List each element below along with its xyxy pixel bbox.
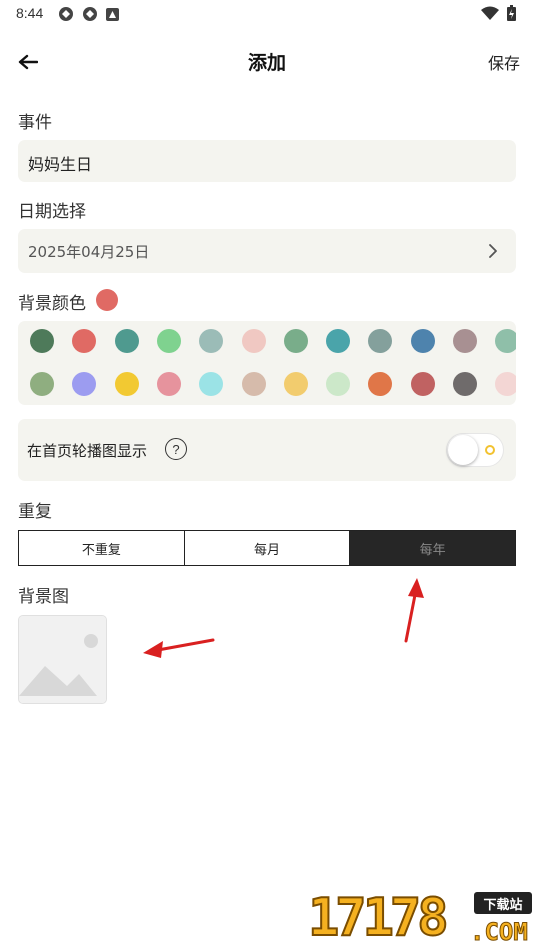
- color-swatch[interactable]: [156, 372, 181, 396]
- switch-off-indicator-icon: [485, 445, 495, 455]
- color-swatch[interactable]: [241, 329, 266, 353]
- switch-knob: [448, 435, 478, 465]
- watermark-tag: 下载站: [474, 892, 532, 914]
- color-swatch[interactable]: [283, 329, 308, 353]
- carousel-toggle-label: 在首页轮播图显示: [27, 442, 148, 460]
- repeat-segmented-control: 不重复 每月 每年: [18, 530, 516, 566]
- app-notification-icon: [106, 7, 119, 21]
- sync-icon: [83, 7, 97, 21]
- carousel-toggle-row: 在首页轮播图显示 ?: [18, 419, 516, 481]
- carousel-switch[interactable]: [446, 433, 504, 467]
- color-swatch[interactable]: [495, 329, 516, 353]
- color-swatch[interactable]: [283, 372, 308, 396]
- background-image-label: 背景图: [18, 587, 69, 607]
- status-system-icons: [481, 5, 516, 21]
- date-label: 日期选择: [18, 202, 86, 222]
- repeat-option-yearly[interactable]: 每年: [350, 531, 516, 565]
- color-swatch[interactable]: [156, 329, 181, 353]
- site-watermark-logo: 17178 下载站 .COM: [307, 886, 534, 950]
- color-swatch[interactable]: [368, 372, 393, 396]
- chevron-right-icon: [489, 244, 497, 258]
- help-icon[interactable]: ?: [165, 438, 187, 460]
- save-button[interactable]: 保存: [488, 50, 520, 74]
- repeat-label: 重复: [18, 502, 52, 522]
- top-app-bar: 添加 保存: [0, 40, 534, 84]
- date-value: 2025年04月25日: [28, 243, 150, 261]
- color-swatch[interactable]: [410, 372, 435, 396]
- color-swatch[interactable]: [326, 372, 351, 396]
- color-swatch[interactable]: [453, 372, 477, 396]
- color-swatch[interactable]: [72, 329, 97, 353]
- event-name-field[interactable]: 妈妈生日: [18, 140, 516, 182]
- status-time: 8:44: [16, 5, 44, 21]
- background-color-label: 背景颜色: [18, 294, 86, 314]
- color-swatch[interactable]: [410, 329, 435, 353]
- event-name-value: 妈妈生日: [28, 155, 93, 174]
- repeat-option-monthly[interactable]: 每月: [184, 531, 351, 565]
- color-swatch[interactable]: [241, 372, 266, 396]
- annotation-arrow-up: [404, 578, 424, 643]
- date-picker-field[interactable]: 2025年04月25日: [18, 229, 516, 273]
- status-notification-icons: [58, 6, 119, 22]
- sync-icon: [59, 7, 73, 21]
- background-image-picker[interactable]: [18, 615, 107, 704]
- color-swatch[interactable]: [495, 372, 516, 396]
- color-swatch[interactable]: [30, 329, 54, 353]
- annotation-arrow-left: [143, 638, 215, 658]
- image-placeholder-icon: [19, 616, 106, 703]
- color-swatch[interactable]: [30, 372, 54, 396]
- color-palette: [18, 321, 516, 405]
- color-swatch[interactable]: [199, 329, 224, 353]
- repeat-option-none[interactable]: 不重复: [19, 531, 185, 565]
- page-title: 添加: [247, 52, 286, 74]
- color-swatch[interactable]: [326, 329, 351, 353]
- color-swatch[interactable]: [114, 372, 139, 396]
- watermark-digits: 17178: [307, 887, 450, 949]
- event-label: 事件: [18, 113, 52, 133]
- watermark-domain: .COM: [470, 918, 529, 947]
- color-swatch[interactable]: [114, 329, 139, 353]
- selected-color-indicator: [96, 289, 118, 311]
- status-bar: 8:44: [0, 0, 534, 28]
- wifi-icon: [481, 6, 499, 20]
- color-swatch[interactable]: [199, 372, 224, 396]
- battery-icon: [507, 5, 516, 21]
- color-swatch[interactable]: [72, 372, 97, 396]
- color-swatch[interactable]: [453, 329, 477, 353]
- color-swatch[interactable]: [368, 329, 393, 353]
